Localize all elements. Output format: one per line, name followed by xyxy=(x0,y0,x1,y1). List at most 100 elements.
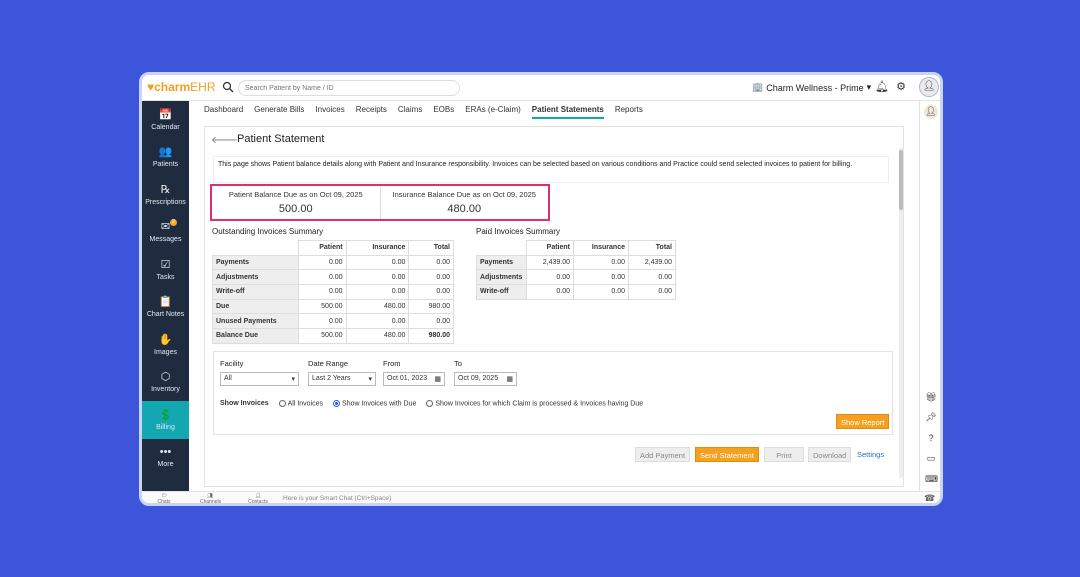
practice-selector[interactable]: 🏢 Charm Wellness - Prime ▾ xyxy=(752,82,871,93)
outstanding-table: Patient Insurance Total Payments 0.00 0.00… xyxy=(212,240,454,344)
col-header: Patient xyxy=(526,240,574,256)
page-title: Patient Statement xyxy=(237,133,325,145)
table-row: Balance Due 500.00 480.00 980.00 xyxy=(212,328,454,344)
sidebar-item-prescriptions[interactable]: ℞ Prescriptions xyxy=(142,176,189,214)
phone-icon[interactable]: ☎ xyxy=(924,493,935,503)
row-label: Payments xyxy=(212,254,299,271)
tab-eobs[interactable]: EOBs xyxy=(433,105,454,119)
tab-dashboard[interactable]: Dashboard xyxy=(204,105,243,119)
radio-all-invoices[interactable]: All Invoices xyxy=(278,400,324,408)
tab-invoices[interactable]: Invoices xyxy=(315,105,344,119)
calendar-icon[interactable]: ▦ xyxy=(434,375,441,383)
cell: 0.00 xyxy=(573,284,629,300)
send-statement-button[interactable]: Send Statement xyxy=(695,447,759,462)
sidebar-item-inventory[interactable]: ⬡ Inventory xyxy=(142,364,189,402)
radio-label: All Invoices xyxy=(287,400,324,408)
to-date-input[interactable]: Oct 09, 2025 ▦ xyxy=(454,372,517,386)
vertical-scrollbar[interactable] xyxy=(899,148,903,478)
sidebar-item-messages[interactable]: ✉ 2 Messages xyxy=(142,214,189,252)
keyboard-icon[interactable]: ⌨ xyxy=(925,473,938,485)
show-invoices-options: Show Invoices All Invoices Show Invoices… xyxy=(220,400,643,407)
sidebar-item-label: Inventory xyxy=(151,386,180,394)
radio-label: Show Invoices for which Claim is process… xyxy=(435,400,644,408)
cell: 0.00 xyxy=(526,269,574,286)
sidebar-item-label: Billing xyxy=(156,423,175,431)
inventory-icon: ⬡ xyxy=(160,371,171,384)
logo-suffix: EHR xyxy=(190,80,216,94)
sidebar-item-chart-notes[interactable]: 📋 Chart Notes xyxy=(142,289,189,327)
chart-notes-icon: 📋 xyxy=(158,296,173,309)
cell: 2,439.00 xyxy=(526,254,574,271)
row-label: Due xyxy=(212,298,299,315)
user-avatar[interactable]: 👤︎ xyxy=(919,77,939,97)
col-header: Patient xyxy=(298,240,347,256)
chevron-down-icon: ▾ xyxy=(368,376,372,383)
sidebar-item-billing[interactable]: 💲 Billing xyxy=(142,401,189,439)
help-icon[interactable]: ? xyxy=(925,432,937,444)
balance-summary: Patient Balance Due as on Oct 09, 2025 5… xyxy=(210,184,550,221)
facility-select[interactable]: All ▾ xyxy=(220,372,299,386)
table-header-row: Patient Insurance Total xyxy=(476,240,677,256)
calendar-icon[interactable]: ▦ xyxy=(506,375,513,383)
bell-icon[interactable]: 🔔︎ xyxy=(875,80,889,94)
app-logo[interactable]: ♥charmEHR xyxy=(147,80,216,94)
tab-receipts[interactable]: Receipts xyxy=(356,105,387,119)
sidebar-item-tasks[interactable]: ☑ Tasks xyxy=(142,251,189,289)
cell: 0.00 xyxy=(408,313,454,330)
radio-invoices-with-due[interactable]: Show Invoices with Due xyxy=(333,400,416,407)
user-avatar-small[interactable]: 👤︎ xyxy=(924,105,938,119)
smart-chat-input[interactable]: Here is your Smart Chat (Ctrl+Space) xyxy=(283,495,391,502)
settings-link[interactable]: Settings xyxy=(857,450,884,459)
gift-icon[interactable]: 🎁︎ xyxy=(925,391,937,403)
patient-search-input[interactable] xyxy=(238,80,460,96)
date-range-value: Last 2 Years xyxy=(312,375,351,382)
search-icon[interactable] xyxy=(222,81,234,93)
to-date-value: Oct 09, 2025 xyxy=(458,375,499,382)
tasks-icon: ☑ xyxy=(160,258,171,271)
col-header: Total xyxy=(408,240,454,256)
images-icon: ✋ xyxy=(158,333,173,346)
cell: 480.00 xyxy=(345,298,410,315)
calendar-icon: 📅 xyxy=(158,108,173,121)
sidebar-item-more[interactable]: ••• More xyxy=(142,439,189,477)
tab-claims[interactable]: Claims xyxy=(398,105,422,119)
card-icon[interactable]: ▭ xyxy=(925,452,937,464)
cell: 0.00 xyxy=(526,284,574,300)
chats-label: Chats xyxy=(157,499,171,505)
sidebar-item-patients[interactable]: 👥 Patients xyxy=(142,139,189,177)
scroll-thumb[interactable] xyxy=(899,150,903,210)
tab-patient-statements[interactable]: Patient Statements xyxy=(531,105,604,119)
tab-generate-bills[interactable]: Generate Bills xyxy=(254,105,304,119)
contacts-tab[interactable]: 👤︎ Contacts xyxy=(248,493,268,503)
from-date-input[interactable]: Oct 01, 2023 ▦ xyxy=(383,372,445,386)
pin-icon[interactable]: 📌︎ xyxy=(925,411,937,423)
sidebar-item-calendar[interactable]: 📅 Calendar xyxy=(142,101,189,139)
cell: 0.00 xyxy=(408,284,454,300)
back-arrow-icon[interactable]: 🡐 xyxy=(211,134,238,146)
tab-eras[interactable]: ERAs (e-Claim) xyxy=(465,105,521,119)
row-label: Payments xyxy=(476,254,527,271)
channels-tab[interactable]: 👥︎ Channels xyxy=(200,493,221,503)
messages-badge: 2 xyxy=(170,218,177,226)
date-range-select[interactable]: Last 2 Years ▾ xyxy=(308,372,376,386)
cell: 0.00 xyxy=(345,284,410,300)
download-button[interactable]: Download xyxy=(808,447,852,462)
sidebar-item-images[interactable]: ✋ Images xyxy=(142,326,189,364)
insurance-balance-label: Insurance Balance Due as on Oct 09, 2025 xyxy=(392,190,536,199)
patient-balance: Patient Balance Due as on Oct 09, 2025 5… xyxy=(212,186,381,219)
radio-claim-processed[interactable]: Show Invoices for which Claim is process… xyxy=(426,400,643,407)
from-label: From xyxy=(383,359,401,368)
info-text: This page shows Patient balance details … xyxy=(213,156,889,183)
add-payment-button[interactable]: Add Payment xyxy=(635,447,691,462)
table-row: Adjustments 0.00 0.00 0.00 xyxy=(212,269,454,286)
patient-balance-label: Patient Balance Due as on Oct 09, 2025 xyxy=(228,190,363,199)
prescription-icon: ℞ xyxy=(160,183,171,196)
sidebar-item-label: Calendar xyxy=(151,123,180,131)
paid-table: Patient Insurance Total Payments 2,439.00… xyxy=(476,240,677,300)
chats-tab[interactable]: 💬︎ Chats xyxy=(154,493,174,505)
print-button[interactable]: Print xyxy=(764,447,804,462)
tab-reports[interactable]: Reports xyxy=(615,105,643,119)
gear-icon[interactable]: ⚙ xyxy=(894,80,908,94)
sidebar: 📅 Calendar 👥 Patients ℞ Prescriptions ✉ 2 Mes… xyxy=(142,101,189,491)
show-report-button[interactable]: Show Report xyxy=(836,414,890,429)
